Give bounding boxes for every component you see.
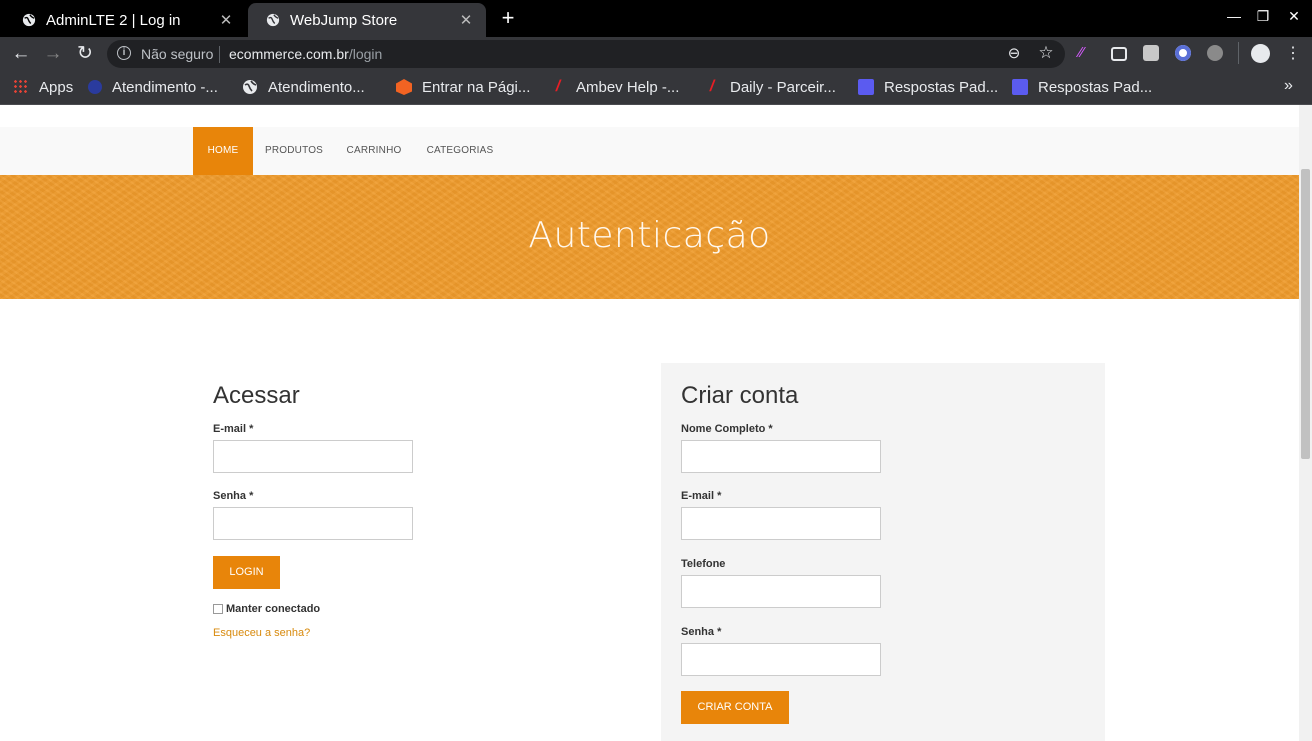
nav-produtos[interactable]: PRODUTOS [260,127,328,175]
bookmark-label: Respostas Pad... [884,78,999,96]
login-password-field[interactable] [213,507,413,540]
nav-home[interactable]: HOME [193,127,253,175]
password-label: Senha * [213,490,254,502]
restore-icon[interactable]: ❐ [1253,8,1273,25]
zoom-icon[interactable]: ⊖ [1005,45,1023,63]
gear-extension-icon[interactable] [1207,45,1223,61]
email-label: E-mail * [213,423,254,435]
page-banner: Autenticação [0,175,1299,299]
bookmark-entrar[interactable]: Entrar na Pági... [396,78,530,96]
site-icon [88,80,102,94]
remember-label: Manter conectado [226,603,321,615]
email-label: E-mail * [681,490,722,502]
bookmark-label: Entrar na Pági... [422,78,531,96]
register-email-field[interactable] [681,507,881,540]
close-icon[interactable]: ✕ [218,11,234,29]
bookmark-label: Respostas Pad... [1038,78,1153,96]
bookmark-respostas-2[interactable]: Respostas Pad... [1012,78,1152,96]
minimize-icon[interactable]: — [1224,8,1244,24]
page-title: Autenticação [528,215,771,256]
bookmark-label: Atendimento... [268,78,365,96]
bookmark-label: Ambev Help -... [576,78,680,96]
apps-grid-icon [13,79,29,95]
security-status[interactable]: Não seguro [141,46,213,62]
browser-toolbar: ← → ↻ i Não seguro ecommerce.com.br/logi… [0,37,1312,70]
register-phone-field[interactable] [681,575,881,608]
bookmark-apps[interactable]: Apps [13,78,73,96]
slash-icon: / [555,78,561,95]
create-account-button[interactable]: CRIAR CONTA [681,691,789,724]
close-icon[interactable]: ✕ [458,11,474,29]
close-window-icon[interactable]: ✕ [1284,8,1304,25]
toolbar-divider [1238,42,1239,64]
tab-adminlte[interactable]: AdminLTE 2 | Log in ✕ [4,3,246,37]
register-password-field[interactable] [681,643,881,676]
name-label: Nome Completo * [681,423,773,435]
bookmark-star-icon[interactable]: ☆ [1037,44,1055,62]
camera-extension-icon[interactable] [1143,45,1159,61]
login-email-field[interactable] [213,440,413,473]
nav-categorias[interactable]: CATEGORIAS [420,127,500,175]
bookmark-daily[interactable]: / Daily - Parceir... [704,78,836,96]
tab-title: AdminLTE 2 | Log in [46,11,181,29]
globe-icon [266,13,280,27]
register-title: Criar conta [681,382,799,409]
slash-icon: / [709,78,715,95]
globe-icon [22,13,36,27]
chevron-right-icon[interactable]: » [1284,77,1293,95]
menu-dots-icon[interactable]: ⋮ [1281,42,1305,66]
bookmark-label: Daily - Parceir... [730,78,836,96]
address-bar[interactable]: i Não seguro ecommerce.com.br/login ⊖ ☆ [107,40,1065,68]
feather-extension-icon[interactable]: ⁄⁄ [1079,45,1095,61]
login-title: Acessar [213,382,300,409]
bookmarks-bar: Apps Atendimento -... Atendimento... Ent… [0,70,1312,105]
register-panel [661,363,1105,741]
tab-title: WebJump Store [290,11,398,29]
bookmark-label: Apps [39,78,74,96]
browser-tab-strip: AdminLTE 2 | Log in ✕ WebJump Store ✕ + … [0,0,1312,37]
site-navbar: HOME PRODUTOS CARRINHO CATEGORIAS [0,127,1299,176]
register-name-field[interactable] [681,440,881,473]
doc-icon [1012,79,1028,95]
page-viewport: HOME PRODUTOS CARRINHO CATEGORIAS Autent… [0,105,1299,741]
picture-in-picture-icon[interactable] [1111,47,1127,61]
password-label: Senha * [681,626,722,638]
reload-icon[interactable]: ↻ [73,42,97,66]
nav-carrinho[interactable]: CARRINHO [340,127,408,175]
login-button[interactable]: LOGIN [213,556,280,589]
profile-avatar-icon[interactable] [1251,44,1270,63]
back-icon[interactable]: ← [9,42,33,66]
phone-label: Telefone [681,558,726,570]
tab-webjump[interactable]: WebJump Store ✕ [248,3,486,37]
forward-icon[interactable]: → [41,42,65,66]
scrollbar-thumb[interactable] [1301,169,1310,459]
bookmark-label: Atendimento -... [112,78,218,96]
globe-icon [243,80,257,94]
circle-extension-icon[interactable] [1175,45,1191,61]
url-path: /login [348,46,383,62]
page-scrollbar[interactable] [1299,105,1312,741]
magento-icon [396,79,412,95]
url-text[interactable]: ecommerce.com.br/login [229,46,382,62]
bookmark-ambev[interactable]: / Ambev Help -... [550,78,680,96]
info-icon[interactable]: i [117,46,131,60]
divider [219,46,220,63]
forgot-password-link[interactable]: Esqueceu a senha? [213,627,310,639]
bookmark-atendimento-1[interactable]: Atendimento -... [88,78,218,96]
url-host: ecommerce.com.br [229,46,349,62]
bookmark-respostas-1[interactable]: Respostas Pad... [858,78,998,96]
new-tab-button[interactable]: + [497,7,519,29]
doc-icon [858,79,874,95]
remember-checkbox[interactable] [213,604,223,614]
bookmark-atendimento-2[interactable]: Atendimento... [242,78,365,96]
